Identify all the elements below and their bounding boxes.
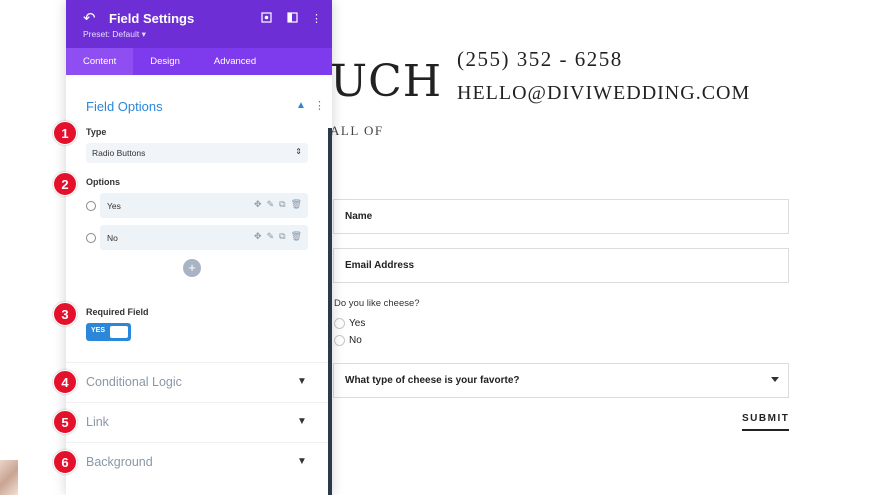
option-text-no: No: [107, 232, 118, 243]
target-icon[interactable]: [261, 12, 272, 26]
trash-icon[interactable]: 🗑: [291, 199, 302, 210]
step-marker-5: 5: [53, 410, 77, 434]
select-arrow-icon: [771, 377, 779, 382]
section-conditional-logic[interactable]: Conditional Logic ▼: [66, 362, 332, 402]
duplicate-icon[interactable]: ⧉: [279, 231, 285, 242]
chevron-down-icon: ▼: [297, 376, 307, 387]
required-toggle[interactable]: YES: [86, 323, 131, 341]
panel-title: Field Settings: [109, 11, 195, 26]
type-label: Type: [86, 127, 107, 137]
radio-no[interactable]: No: [334, 335, 362, 346]
add-option-button[interactable]: +: [183, 259, 201, 277]
option-item-yes[interactable]: Yes ✥ ✎ ⧉ 🗑: [100, 193, 308, 218]
sidebar-icon[interactable]: [287, 12, 298, 26]
email-field[interactable]: Email Address: [333, 248, 789, 283]
website-heading: UCH: [330, 56, 443, 107]
more-icon[interactable]: ⋮: [311, 12, 322, 25]
panel-scrollbar[interactable]: [328, 128, 332, 495]
radio-circle-no[interactable]: [334, 335, 345, 346]
move-icon[interactable]: ✥: [254, 199, 262, 210]
tab-design[interactable]: Design: [133, 48, 197, 75]
tab-advanced[interactable]: Advanced: [197, 48, 273, 75]
cheese-question: Do you like cheese?: [334, 298, 420, 309]
back-icon[interactable]: ↶: [83, 9, 96, 27]
type-select-value: Radio Buttons: [92, 148, 146, 158]
name-field[interactable]: Name: [333, 199, 789, 234]
move-icon[interactable]: ✥: [254, 231, 262, 242]
section-title: Conditional Logic: [86, 375, 182, 389]
option-text-yes: Yes: [107, 200, 121, 211]
option-radio-no[interactable]: [86, 233, 96, 243]
edit-icon[interactable]: ✎: [267, 199, 275, 210]
website-phone: (255) 352 - 6258: [457, 47, 623, 71]
photo-edge: [0, 460, 18, 495]
option-radio-yes[interactable]: [86, 201, 96, 211]
cheese-select-label: What type of cheese is your favorte?: [345, 375, 520, 386]
preset-dropdown[interactable]: Preset: Default ▾: [83, 29, 146, 40]
website-subheading: ALL OF: [330, 123, 384, 138]
page: UCH ALL OF (255) 352 - 6258 HELLO@DIVIWE…: [0, 0, 880, 495]
panel-body: Field Options ▲ ⋮ Type Radio Buttons ⇕ O…: [66, 75, 332, 495]
section-background[interactable]: Background ▼: [66, 442, 332, 482]
step-marker-6: 6: [53, 450, 77, 474]
name-field-label: Name: [345, 211, 373, 222]
step-marker-4: 4: [53, 370, 77, 394]
trash-icon[interactable]: 🗑: [291, 231, 302, 242]
field-options-title[interactable]: Field Options: [86, 99, 163, 114]
radio-yes[interactable]: Yes: [334, 318, 365, 329]
step-marker-3: 3: [53, 302, 77, 326]
chevron-down-icon: ▼: [297, 456, 307, 467]
section-title: Link: [86, 415, 109, 429]
section-link[interactable]: Link ▼: [66, 402, 332, 442]
website-email: HELLO@DIVIWEDDING.COM: [457, 82, 751, 104]
cheese-select[interactable]: What type of cheese is your favorte?: [333, 363, 789, 398]
chevron-up-icon[interactable]: ▲: [296, 100, 306, 111]
required-label: Required Field: [86, 307, 149, 317]
panel-tabs: Content Design Advanced: [66, 48, 332, 75]
toggle-text: YES: [91, 327, 106, 334]
radio-circle-yes[interactable]: [334, 318, 345, 329]
email-field-label: Email Address: [345, 260, 415, 271]
toggle-knob: [110, 326, 128, 338]
submit-button[interactable]: SUBMIT: [742, 413, 790, 431]
section-title: Background: [86, 455, 153, 469]
option-item-no[interactable]: No ✥ ✎ ⧉ 🗑: [100, 225, 308, 250]
step-marker-1: 1: [53, 121, 77, 145]
more-icon[interactable]: ⋮: [314, 99, 325, 112]
duplicate-icon[interactable]: ⧉: [279, 199, 285, 210]
option-actions: ✥ ✎ ⧉ 🗑: [254, 231, 302, 242]
field-settings-panel: ↶ Field Settings Preset: Default ▾ ⋮ Con…: [66, 0, 332, 495]
options-label: Options: [86, 177, 120, 187]
step-marker-2: 2: [53, 172, 77, 196]
radio-label-yes: Yes: [349, 318, 366, 329]
edit-icon[interactable]: ✎: [267, 231, 275, 242]
tab-content[interactable]: Content: [66, 48, 134, 75]
select-caret-icon: ⇕: [295, 147, 302, 156]
radio-label-no: No: [349, 335, 362, 346]
panel-header: ↶ Field Settings Preset: Default ▾ ⋮: [66, 0, 332, 48]
type-select[interactable]: Radio Buttons ⇕: [86, 143, 308, 163]
chevron-down-icon: ▼: [297, 416, 307, 427]
option-actions: ✥ ✎ ⧉ 🗑: [254, 199, 302, 210]
